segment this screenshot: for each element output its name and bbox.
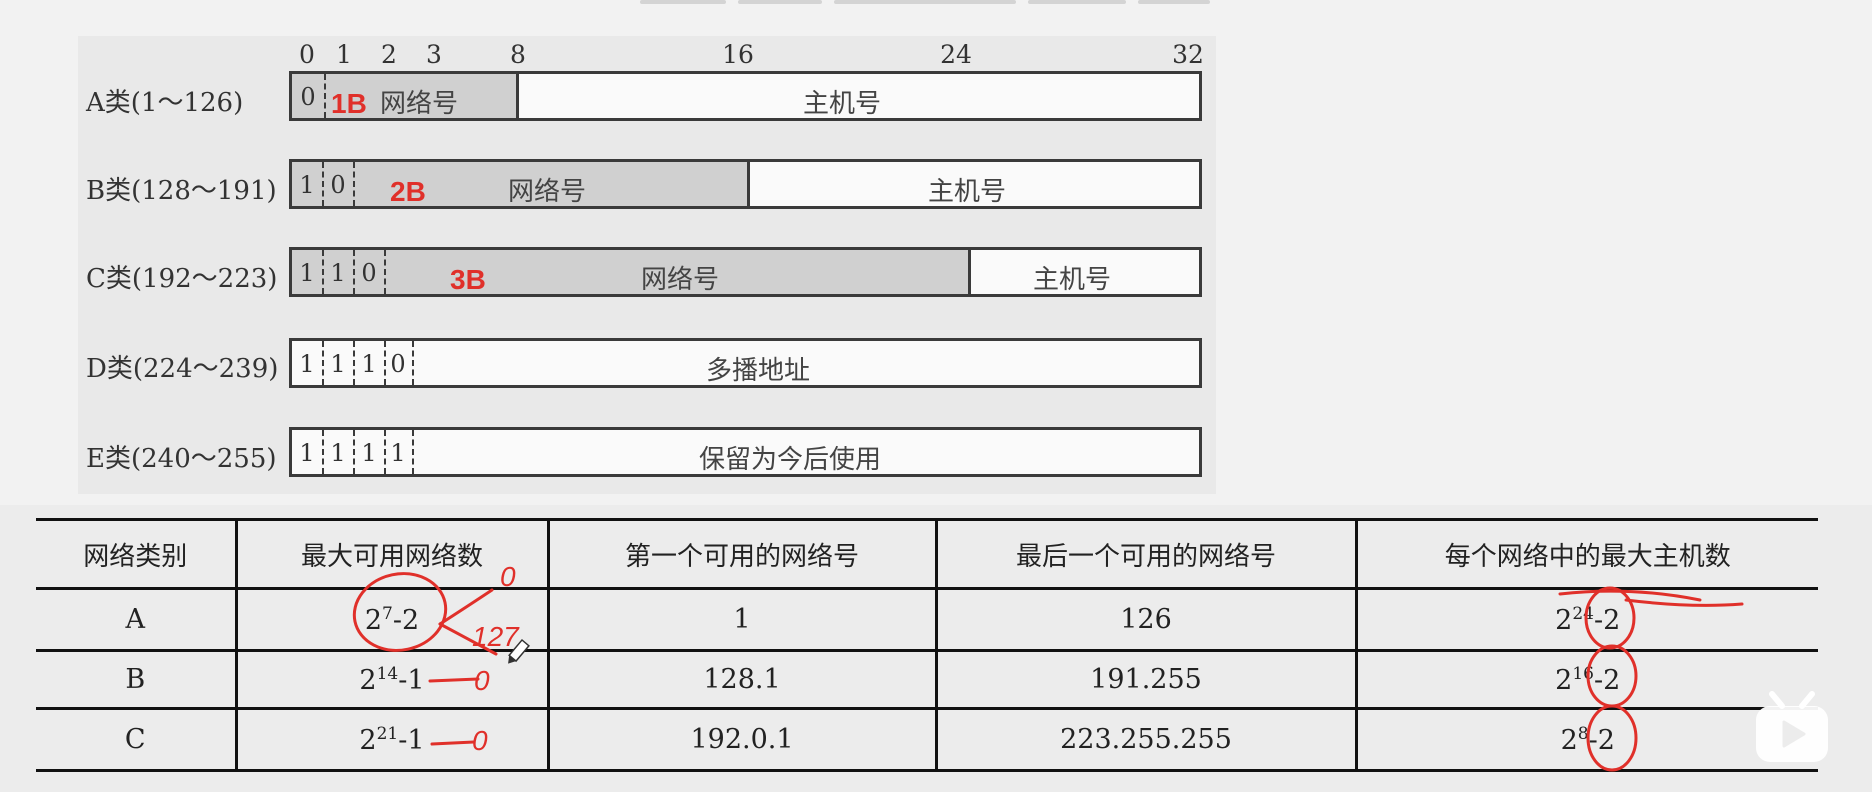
circle-annotation: [352, 572, 448, 652]
dash-annotation: [428, 677, 480, 683]
line-annotation: [1624, 598, 1744, 607]
circle-annotation: [1586, 704, 1638, 772]
handwritten-note: 127: [472, 621, 520, 652]
handwritten-note: 0: [500, 561, 516, 592]
circle-annotation: [1586, 644, 1638, 708]
bilibili-logo-icon: [1756, 691, 1828, 762]
circle-annotation: [1584, 586, 1636, 650]
handwritten-note: 0: [472, 725, 488, 756]
arrow-annotation: [438, 588, 494, 626]
dash-annotation: [430, 740, 476, 746]
handwritten-note: 0: [474, 665, 490, 696]
pen-annotation-layer: 0 127 0 0: [352, 561, 1744, 772]
